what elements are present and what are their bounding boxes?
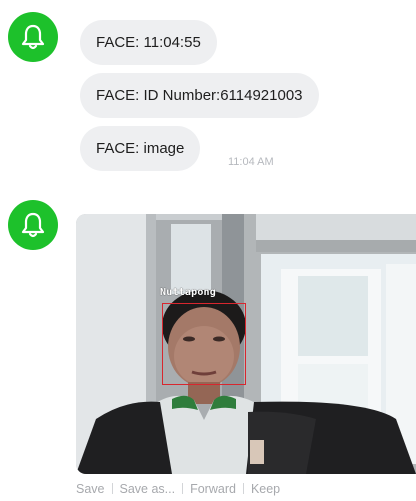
message-bubble[interactable]: FACE: 11:04:55 — [80, 20, 217, 65]
message-timestamp: 11:04 AM — [228, 156, 274, 168]
bell-icon — [21, 212, 45, 238]
webcam-photo — [76, 214, 416, 474]
forward-link[interactable]: Forward — [190, 482, 236, 496]
divider — [111, 483, 113, 494]
message-bubble[interactable]: FACE: image — [80, 126, 201, 171]
message-bubble[interactable]: FACE: ID Number:6114921003 — [80, 73, 319, 118]
save-as-link[interactable]: Save as... — [120, 482, 176, 496]
divider — [182, 483, 184, 494]
save-link[interactable]: Save — [76, 482, 105, 496]
sender-avatar[interactable] — [8, 200, 58, 250]
keep-link[interactable]: Keep — [251, 482, 280, 496]
image-actions-bar: Save Save as... Forward Keep — [76, 482, 280, 496]
divider — [242, 483, 244, 494]
sender-avatar[interactable] — [8, 12, 58, 62]
face-name-label: Nuttapong — [160, 287, 216, 298]
bell-icon — [21, 24, 45, 50]
face-capture-image[interactable]: Nuttapong — [76, 214, 416, 474]
face-detection-box — [162, 303, 246, 385]
